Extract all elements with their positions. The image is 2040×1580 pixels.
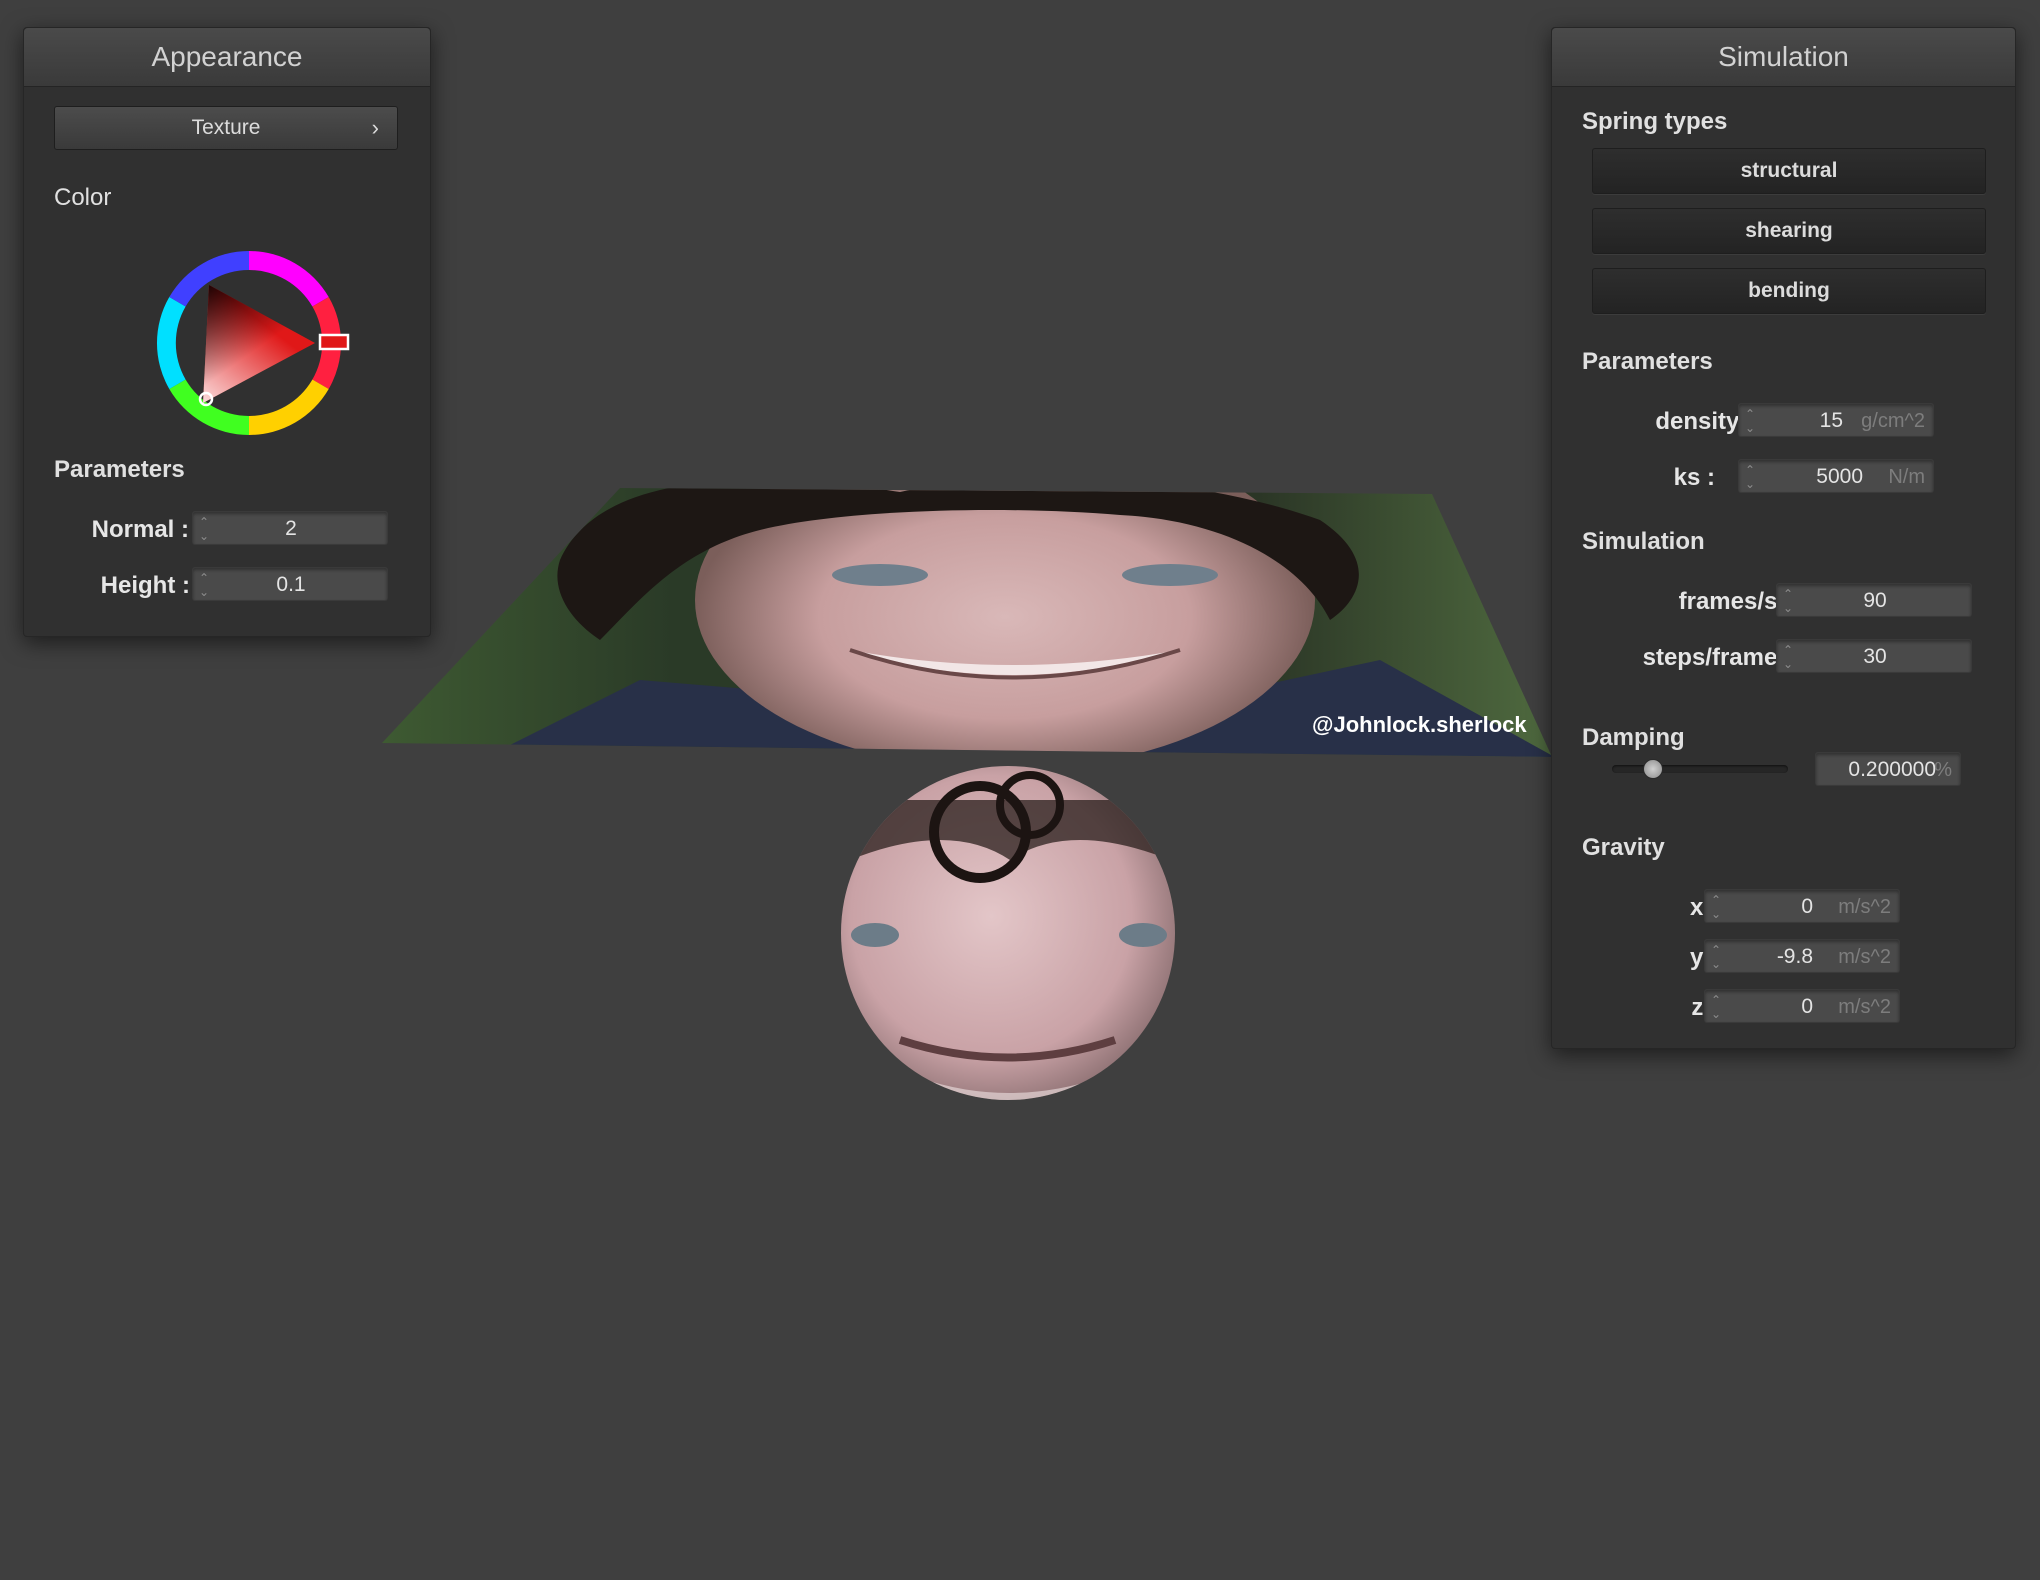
- height-value: 0.1: [276, 573, 306, 596]
- gravity-x-input[interactable]: ⌃ ⌄ 0 m/s^2: [1704, 889, 1900, 923]
- texture-button-label: Texture: [191, 116, 261, 139]
- normal-label: Normal :: [91, 516, 189, 543]
- gravity-x-label: x :: [1689, 894, 1718, 921]
- simulation-section-title: Simulation: [1582, 528, 1705, 555]
- fps-input[interactable]: ⌃ ⌄ 90: [1776, 583, 1972, 617]
- steps-input[interactable]: ⌃ ⌄ 30: [1776, 639, 1972, 673]
- damping-input[interactable]: 0.200000 %: [1815, 752, 1961, 786]
- hue-marker[interactable]: [318, 333, 350, 351]
- spinner-arrows-icon[interactable]: ⌃ ⌄: [1711, 890, 1725, 924]
- structural-button[interactable]: structural: [1592, 148, 1986, 194]
- gravity-y-input[interactable]: ⌃ ⌄ -9.8 m/s^2: [1704, 939, 1900, 973]
- color-wheel[interactable]: [139, 233, 359, 453]
- ks-unit: N/m: [1888, 466, 1925, 488]
- normal-input[interactable]: ⌃ ⌄ 2: [192, 511, 388, 545]
- ks-value: 5000: [1816, 465, 1863, 488]
- gravity-y-value: -9.8: [1776, 945, 1813, 968]
- color-section-title: Color: [54, 184, 112, 211]
- density-unit: g/cm^2: [1861, 410, 1925, 432]
- damping-slider[interactable]: [1612, 759, 1788, 779]
- height-input[interactable]: ⌃ ⌄ 0.1: [192, 567, 388, 601]
- steps-value: 30: [1863, 645, 1887, 668]
- density-value: 15: [1819, 409, 1843, 432]
- gravity-x-value: 0: [1801, 895, 1813, 918]
- damping-slider-thumb[interactable]: [1643, 759, 1664, 779]
- cloth-watermark: @Johnlock.sherlock: [1312, 712, 1527, 737]
- damping-value: 0.200000: [1848, 758, 1936, 781]
- texture-button[interactable]: Texture ›: [54, 106, 398, 150]
- height-label: Height :: [100, 572, 190, 599]
- damping-unit: %: [1934, 759, 1952, 781]
- shearing-button[interactable]: shearing: [1592, 208, 1986, 254]
- sim-parameters-title: Parameters: [1582, 348, 1713, 375]
- density-input[interactable]: ⌃ ⌄ 15 g/cm^2: [1738, 403, 1934, 437]
- bending-button[interactable]: bending: [1592, 268, 1986, 314]
- steps-label: steps/frame :: [1642, 644, 1792, 671]
- gravity-title: Gravity: [1582, 834, 1665, 861]
- bending-button-label: bending: [1748, 279, 1830, 302]
- gravity-z-label: z :: [1691, 994, 1718, 1021]
- density-label: density :: [1655, 408, 1754, 435]
- normal-value: 2: [285, 517, 297, 540]
- gravity-y-unit: m/s^2: [1838, 946, 1891, 968]
- gravity-z-value: 0: [1801, 995, 1813, 1018]
- appearance-panel: Appearance Texture › Color Parameters No…: [23, 27, 431, 637]
- damping-title: Damping: [1582, 724, 1685, 751]
- spinner-arrows-icon[interactable]: ⌃ ⌄: [1745, 460, 1759, 494]
- spring-types-title: Spring types: [1582, 108, 1728, 135]
- ks-label: ks :: [1673, 464, 1715, 491]
- simulation-panel: Simulation Spring types structural shear…: [1551, 27, 2016, 1049]
- appearance-title[interactable]: Appearance: [24, 28, 430, 87]
- damping-slider-track[interactable]: [1612, 765, 1788, 773]
- spinner-arrows-icon[interactable]: ⌃ ⌄: [1711, 990, 1725, 1024]
- gravity-z-input[interactable]: ⌃ ⌄ 0 m/s^2: [1704, 989, 1900, 1023]
- spinner-arrows-icon[interactable]: ⌃ ⌄: [1745, 404, 1759, 438]
- gravity-z-unit: m/s^2: [1838, 996, 1891, 1018]
- fps-value: 90: [1863, 589, 1887, 612]
- gravity-y-label: y :: [1689, 944, 1718, 971]
- ks-input[interactable]: ⌃ ⌄ 5000 N/m: [1738, 459, 1934, 493]
- structural-button-label: structural: [1740, 159, 1838, 182]
- appearance-parameters-title: Parameters: [54, 456, 185, 483]
- shearing-button-label: shearing: [1745, 219, 1833, 242]
- chevron-right-icon: ›: [371, 115, 379, 140]
- spinner-arrows-icon[interactable]: ⌃ ⌄: [1711, 940, 1725, 974]
- fps-label: frames/s :: [1678, 588, 1792, 615]
- simulation-title[interactable]: Simulation: [1552, 28, 2015, 87]
- gravity-x-unit: m/s^2: [1838, 896, 1891, 918]
